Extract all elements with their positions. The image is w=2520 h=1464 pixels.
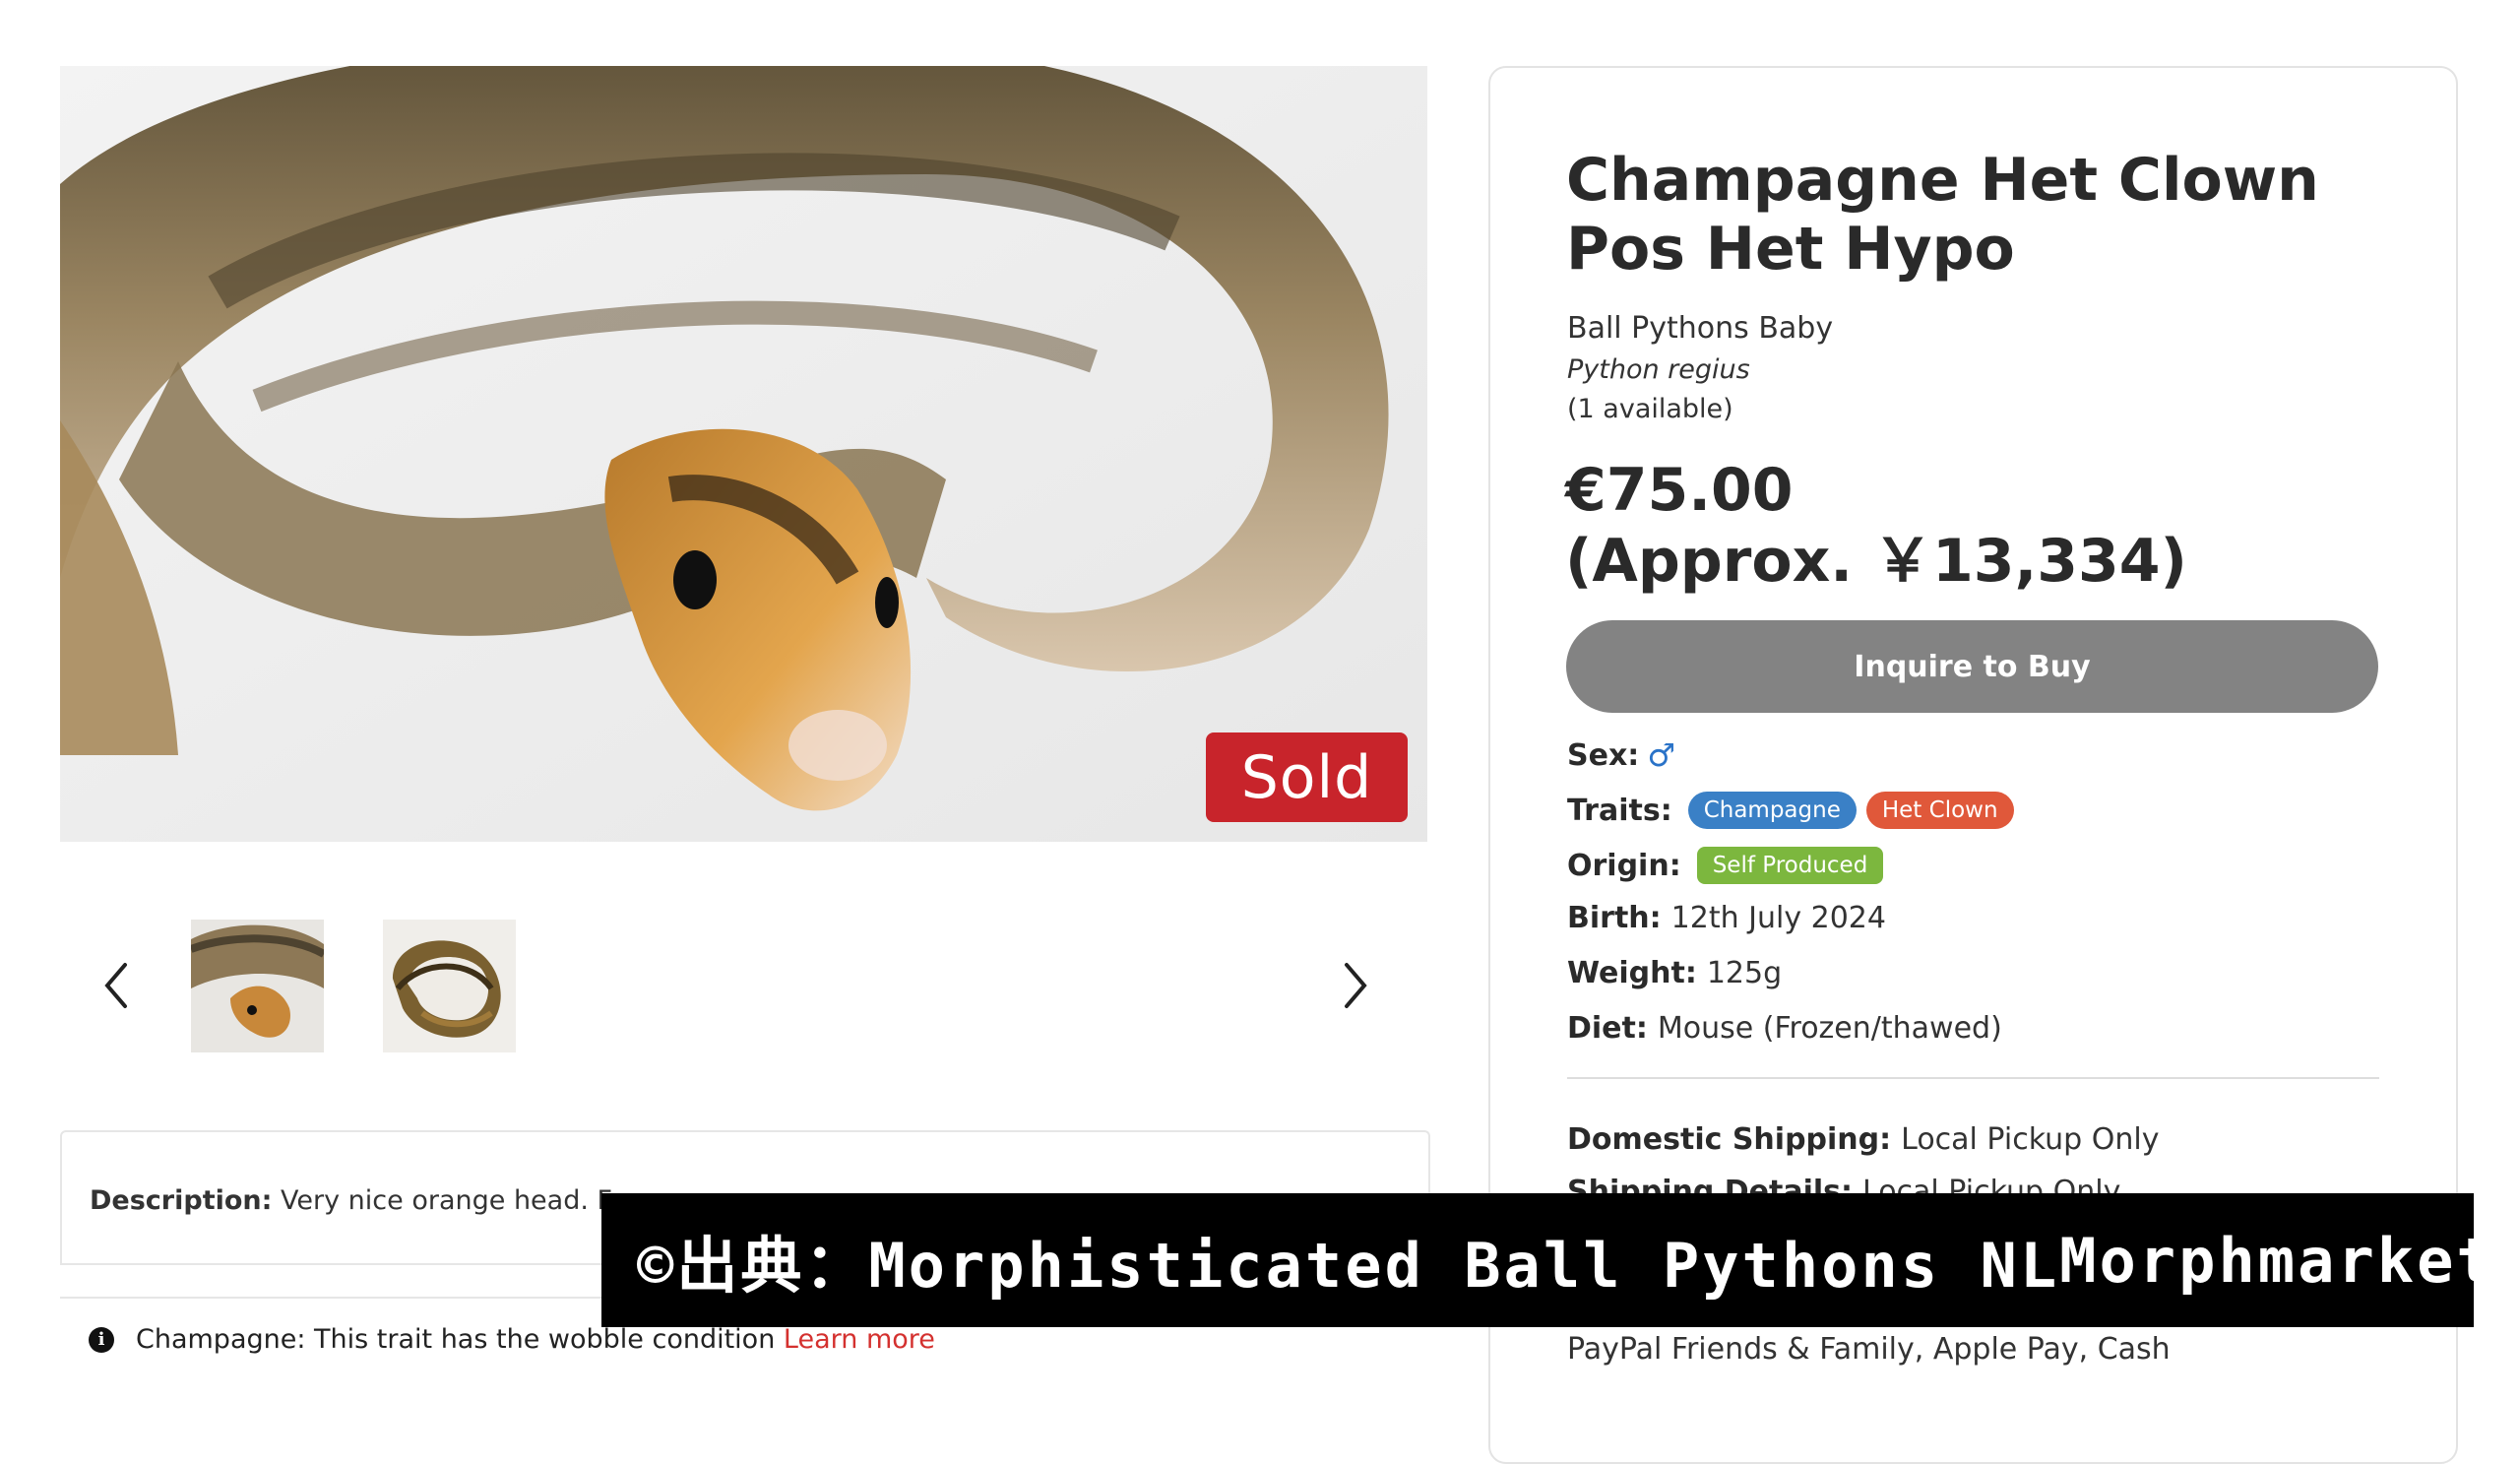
listing-species: Python regius (1567, 354, 1750, 385)
origin-row: Origin: Self Produced (1567, 847, 1893, 884)
listing-category: Ball Pythons Baby (1567, 311, 1834, 346)
origin-label: Origin: (1567, 848, 1681, 883)
birth-value: 12th July 2024 (1670, 901, 1886, 935)
sex-label: Sex: (1567, 737, 1640, 773)
diet-value: Mouse (Frozen/thawed) (1657, 1011, 2002, 1046)
thumbnail-image (191, 920, 324, 1052)
description-label: Description: (90, 1185, 273, 1216)
domestic-shipping-row: Domestic Shipping: Local Pickup Only (1567, 1122, 2159, 1157)
sex-row: Sex: ♂ (1567, 736, 1675, 774)
snake-photo-image (60, 66, 1427, 842)
trait-warning-note: i Champagne: This trait has the wobble c… (89, 1324, 935, 1355)
inquire-to-buy-button[interactable]: Inquire to Buy (1566, 620, 2378, 713)
thumbnail-image (383, 920, 516, 1052)
diet-row: Diet: Mouse (Frozen/thawed) (1567, 1011, 2002, 1046)
weight-row: Weight: 125g (1567, 956, 1782, 990)
gallery-thumbnail[interactable] (383, 920, 516, 1052)
trait-warning-text: Champagne: This trait has the wobble con… (136, 1324, 776, 1355)
birth-row: Birth: 12th July 2024 (1567, 901, 1886, 935)
sold-badge: Sold (1206, 732, 1408, 822)
carousel-prev-button[interactable] (87, 953, 146, 1018)
price-eur: €75.00 (1565, 456, 1794, 525)
traits-label: Traits: (1567, 793, 1672, 828)
traits-row: Traits: Champagne Het Clown (1567, 792, 2024, 829)
domestic-shipping-label: Domestic Shipping: (1567, 1122, 1892, 1157)
info-icon: i (89, 1326, 114, 1353)
listing-title: Champagne Het Clown Pos Het Hypo (1566, 146, 2319, 284)
chevron-left-icon (104, 963, 127, 1008)
listing-availability: (1 available) (1567, 394, 1733, 424)
trait-tag[interactable]: Champagne (1687, 792, 1857, 829)
male-icon: ♂ (1647, 736, 1675, 774)
diet-label: Diet: (1567, 1011, 1648, 1046)
trait-tag[interactable]: Het Clown (1865, 792, 2014, 829)
price-approx: (Approx. ￥13,334) (1565, 527, 2187, 596)
description-text: Very nice orange head. Free (281, 1185, 654, 1216)
weight-value: 125g (1706, 956, 1783, 990)
payment-methods-value: PayPal Friends & Family, Apple Pay, Cash (1567, 1332, 2171, 1367)
watermark-credit: ©出典：Morphisticated Ball Pythons NL (637, 1230, 2060, 1302)
gallery-thumbnail[interactable] (191, 920, 324, 1052)
watermark-site: Morphmarket (2059, 1224, 2496, 1297)
chevron-right-icon (1345, 963, 1367, 1008)
origin-tag: Self Produced (1696, 847, 1884, 884)
divider (1567, 1077, 2379, 1079)
listing-price: €75.00 (Approx. ￥13,334) (1565, 455, 2187, 597)
birth-label: Birth: (1567, 901, 1662, 935)
source-watermark: ©出典：Morphisticated Ball Pythons NL Morph… (601, 1193, 2493, 1327)
domestic-shipping-value: Local Pickup Only (1901, 1122, 2160, 1157)
payment-methods-row: PayPal Friends & Family, Apple Pay, Cash (1567, 1332, 2171, 1367)
carousel-next-button[interactable] (1326, 953, 1385, 1018)
main-photo[interactable]: Sold (60, 66, 1427, 842)
weight-label: Weight: (1567, 956, 1697, 990)
learn-more-link[interactable]: Learn more (784, 1324, 935, 1355)
description-row: Description: Very nice orange head. Free (90, 1185, 654, 1216)
